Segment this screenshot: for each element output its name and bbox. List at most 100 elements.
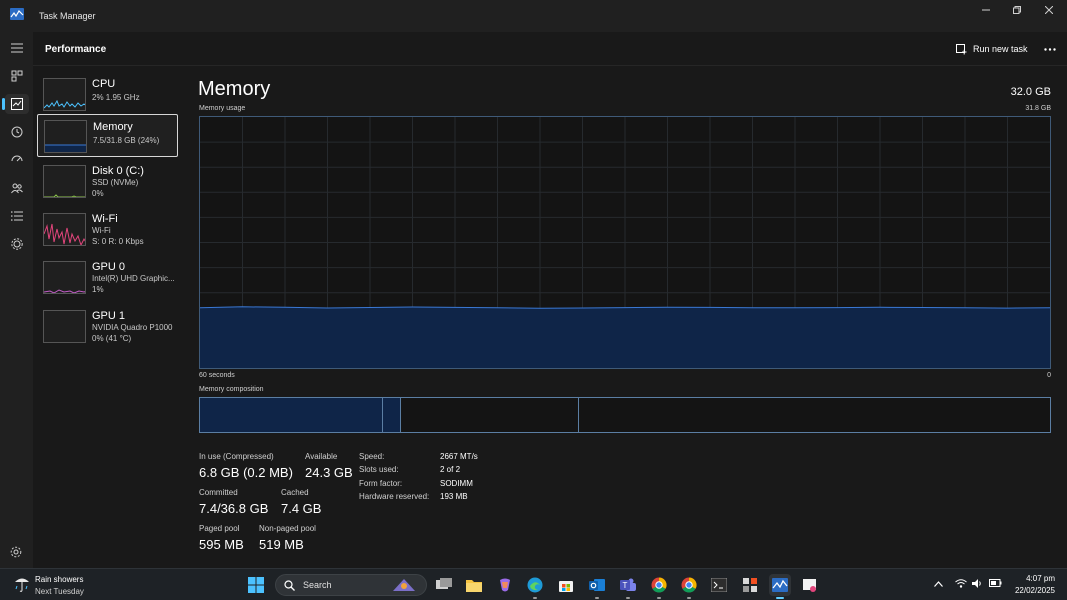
- nav-performance[interactable]: [2, 94, 29, 114]
- terminal-icon: [711, 578, 727, 592]
- task-manager-icon: [772, 578, 788, 592]
- device-detail: 1%: [92, 285, 104, 294]
- close-icon: [1045, 6, 1053, 14]
- graph-time-end: 0: [1047, 372, 1051, 379]
- device-gpu-0[interactable]: GPU 0 Intel(R) UHD Graphic... 1%: [37, 257, 178, 300]
- speed-label: Speed:: [359, 452, 385, 461]
- taskbar-search[interactable]: [275, 574, 427, 596]
- windows-logo-icon: [248, 577, 264, 593]
- paged-pool-label: Paged pool: [199, 524, 240, 533]
- folder-icon: [466, 580, 482, 592]
- gpu1-thumbnail-graph: [43, 310, 86, 343]
- gear-icon: [10, 546, 22, 558]
- start-button[interactable]: [245, 574, 267, 596]
- store-button[interactable]: [555, 574, 577, 596]
- search-highlight-icon: [393, 579, 415, 591]
- run-new-task-button[interactable]: Run new task: [956, 40, 1028, 58]
- device-cpu[interactable]: CPU 2% 1.95 GHz: [37, 74, 178, 117]
- nav-services[interactable]: [5, 234, 29, 254]
- device-name: Memory: [93, 121, 133, 133]
- composition-free: [579, 398, 1050, 432]
- in-use-label: In use (Compressed): [199, 452, 274, 461]
- device-name: Disk 0 (C:): [92, 165, 144, 177]
- chrome-profile-button[interactable]: [678, 574, 700, 599]
- device-wifi[interactable]: Wi-Fi Wi-Fi S: 0 R: 0 Kbps: [37, 209, 178, 252]
- device-gpu-1[interactable]: GPU 1 NVIDIA Quadro P1000 0% (41 °C): [37, 306, 178, 349]
- graph-time-span: 60 seconds: [199, 372, 235, 379]
- battery-button[interactable]: [989, 579, 1002, 589]
- teams-button[interactable]: T: [617, 574, 639, 599]
- search-icon: [284, 579, 295, 591]
- snipping-tool-button[interactable]: [799, 574, 821, 596]
- nonpaged-pool-label: Non-paged pool: [259, 524, 316, 533]
- restore-button[interactable]: [1000, 0, 1034, 20]
- copilot-button[interactable]: [494, 574, 516, 596]
- copilot-icon: [500, 578, 510, 592]
- startup-icon: [11, 155, 23, 162]
- run-task-icon: [956, 43, 967, 54]
- app-icon: [743, 578, 757, 592]
- outlook-button[interactable]: [586, 574, 608, 599]
- wifi-icon: [955, 579, 967, 588]
- file-explorer-button[interactable]: [463, 574, 485, 596]
- nav-users[interactable]: [5, 178, 29, 198]
- hardware-reserved-label: Hardware reserved:: [359, 492, 430, 501]
- terminal-button[interactable]: [708, 574, 730, 596]
- cached-label: Cached: [281, 488, 309, 497]
- restore-icon: [1013, 6, 1021, 14]
- performance-icon: [11, 98, 23, 110]
- committed-label: Committed: [199, 488, 238, 497]
- chrome-button[interactable]: [648, 574, 670, 599]
- page-header: Performance Run new task: [33, 32, 1067, 66]
- form-factor-value: SODIMM: [440, 479, 473, 488]
- search-input[interactable]: [303, 580, 383, 590]
- device-detail: 0%: [92, 189, 104, 198]
- outlook-icon: [589, 579, 605, 591]
- available-label: Available: [305, 452, 338, 461]
- edge-browser-button[interactable]: [524, 574, 546, 599]
- composition-in-use: [200, 398, 383, 432]
- memory-usage-label: Memory usage: [199, 105, 246, 112]
- clock-date[interactable]: 22/02/2025: [1015, 586, 1055, 595]
- memory-composition-bar: [199, 397, 1051, 433]
- speed-value: 2667 MT/s: [440, 452, 478, 461]
- memory-title: Memory: [198, 78, 271, 100]
- composition-standby: [401, 398, 579, 432]
- device-detail: 0% (41 °C): [92, 334, 132, 343]
- memory-composition-label: Memory composition: [199, 386, 264, 393]
- device-detail: 2% 1.95 GHz: [92, 93, 140, 102]
- nav-startup-apps[interactable]: [5, 150, 29, 170]
- device-name: GPU 0: [92, 261, 126, 273]
- show-hidden-icons-button[interactable]: [934, 579, 943, 589]
- nav-details[interactable]: [5, 206, 29, 226]
- settings-button[interactable]: [10, 545, 24, 559]
- close-button[interactable]: [1032, 0, 1066, 20]
- clock-time[interactable]: 4:07 pm: [1026, 574, 1055, 583]
- minimize-button[interactable]: [969, 0, 1003, 20]
- nav-app-history[interactable]: [5, 122, 29, 142]
- in-use-value: 6.8 GB (0.2 MB): [199, 465, 293, 480]
- hamburger-menu-button[interactable]: [5, 38, 29, 58]
- more-options-button[interactable]: [1041, 40, 1059, 58]
- task-view-button[interactable]: [433, 574, 455, 596]
- nonpaged-pool-value: 519 MB: [259, 537, 304, 552]
- volume-button[interactable]: [972, 579, 983, 590]
- window-title: Task Manager: [39, 11, 96, 21]
- app-button[interactable]: [739, 574, 761, 596]
- form-factor-label: Form factor:: [359, 479, 403, 488]
- network-button[interactable]: [955, 579, 967, 590]
- chrome-icon: [651, 577, 667, 593]
- more-icon: [1044, 47, 1056, 51]
- minimize-icon: [982, 9, 990, 11]
- task-manager-icon: [10, 8, 24, 20]
- device-memory[interactable]: Memory 7.5/31.8 GB (24%): [37, 114, 178, 157]
- content-area: Performance Run new task CPU 2% 1.95 GHz…: [33, 32, 1067, 568]
- weather-day: Next Tuesday: [35, 587, 84, 596]
- services-icon: [11, 238, 23, 250]
- taskbar: Rain showers Next Tuesday T: [0, 568, 1067, 600]
- nav-rail: [0, 32, 33, 568]
- nav-processes[interactable]: [5, 66, 29, 86]
- device-disk[interactable]: Disk 0 (C:) SSD (NVMe) 0%: [37, 161, 178, 204]
- snipping-tool-icon: [803, 579, 816, 592]
- task-manager-taskbar-button[interactable]: [769, 574, 791, 599]
